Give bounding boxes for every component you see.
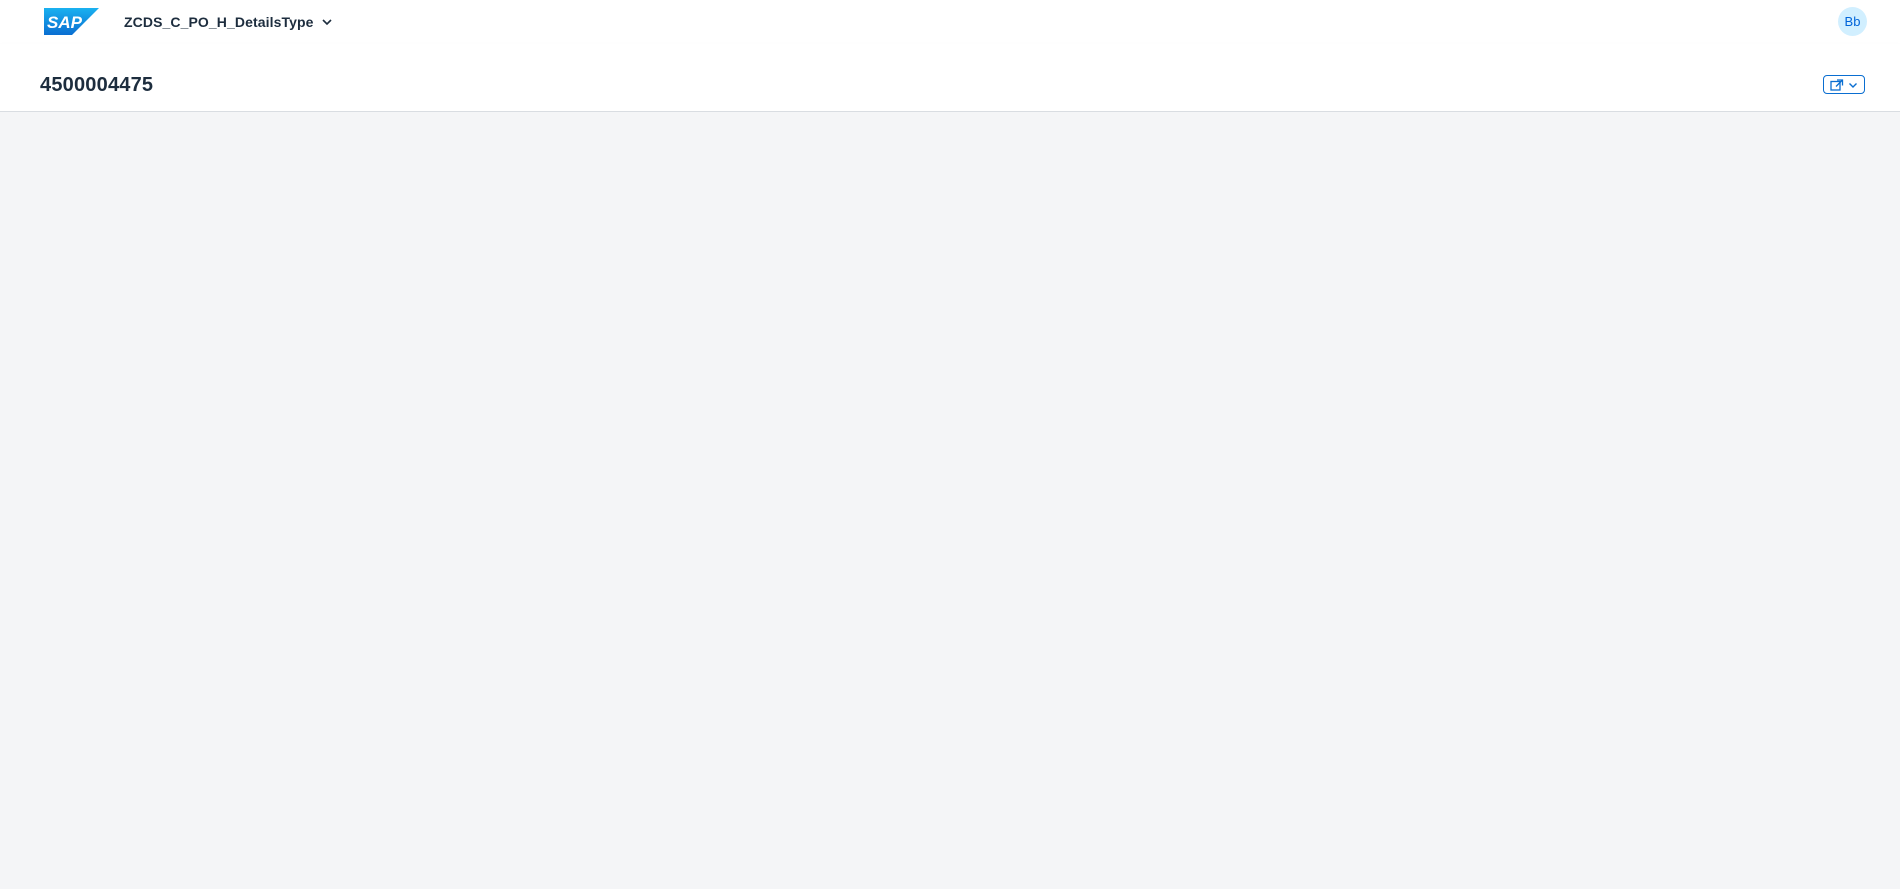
share-menu-button[interactable] <box>1823 75 1865 94</box>
user-avatar[interactable]: Bb <box>1838 7 1867 36</box>
app-title: ZCDS_C_PO_H_DetailsType <box>124 14 314 30</box>
page-content <box>0 112 1900 889</box>
chevron-down-icon <box>1849 82 1857 88</box>
svg-text:SAP: SAP <box>47 13 83 32</box>
share-icon <box>1830 78 1844 91</box>
avatar-initials: Bb <box>1844 14 1861 29</box>
page-title: 4500004475 <box>40 74 154 96</box>
app-title-menu[interactable]: ZCDS_C_PO_H_DetailsType <box>124 11 333 33</box>
sap-logo[interactable]: SAP <box>44 8 99 35</box>
chevron-down-icon <box>321 19 332 26</box>
object-page-header: 4500004475 <box>0 44 1900 111</box>
shell-bar: SAP ZCDS_C_PO_H_DetailsType Bb <box>0 0 1900 44</box>
